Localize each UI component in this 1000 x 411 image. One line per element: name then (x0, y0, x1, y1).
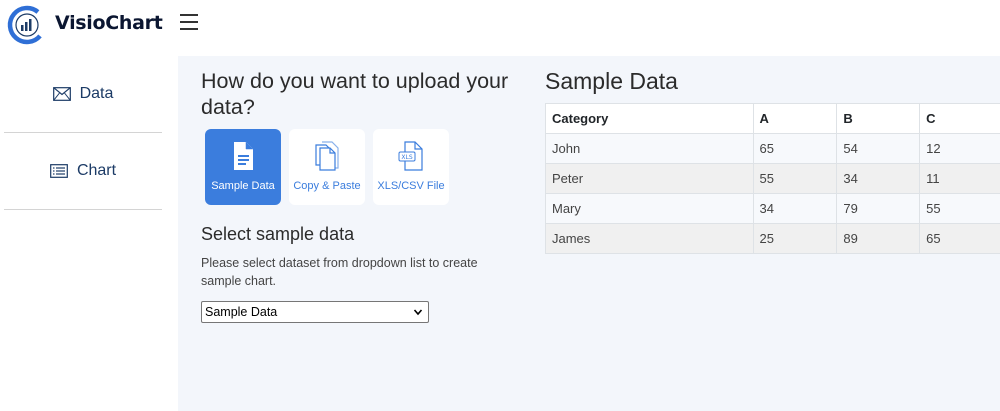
upload-question: How do you want to upload your data? (201, 69, 509, 119)
table-cell: 54 (836, 133, 921, 164)
table-cell: 55 (919, 193, 1000, 224)
sample-data-select[interactable]: Sample Data (201, 301, 429, 323)
sidebar-item-label: Chart (76, 162, 117, 179)
column-header: B (836, 103, 921, 134)
table-cell: John (545, 133, 754, 164)
table-row: John 65 54 12 (545, 133, 1000, 164)
table-cell: Peter (545, 163, 754, 194)
column-header: Category (545, 103, 754, 134)
upload-option-copy-paste[interactable]: Copy & Paste (289, 129, 365, 205)
menu-toggle-icon[interactable] (180, 14, 198, 30)
table-cell: 55 (752, 163, 838, 194)
select-sample-help: Please select dataset from dropdown list… (201, 256, 478, 288)
table-row: James 25 89 65 (545, 223, 1000, 254)
sidebar-item-label: Data (79, 85, 114, 102)
copy-icon (315, 141, 339, 171)
table-cell: 89 (836, 223, 921, 254)
list-icon (50, 164, 68, 178)
top-header: VisioChart (0, 0, 1000, 56)
envelope-icon (52, 87, 71, 101)
table-cell: 34 (836, 163, 921, 194)
chevron-down-icon (413, 309, 423, 316)
table-cell: 65 (919, 223, 1000, 254)
sample-data-title: Sample Data (545, 68, 678, 94)
table-cell: 12 (919, 133, 1000, 164)
table-header-row: Category A B C (545, 103, 1000, 134)
xls-file-icon: XLS (398, 141, 423, 171)
document-icon (234, 142, 253, 170)
table-row: Mary 34 79 55 (545, 193, 1000, 224)
table-cell: 79 (836, 193, 921, 224)
main-content: How do you want to upload your data? Sam… (178, 56, 1000, 411)
upload-option-sample-data[interactable]: Sample Data (205, 129, 281, 205)
upload-option-label: Copy & Paste (293, 180, 361, 192)
table-row: Peter 55 34 11 (545, 163, 1000, 194)
column-header: C (919, 103, 1000, 134)
select-value: Sample Data (205, 305, 278, 319)
table-cell: 11 (919, 163, 1000, 194)
upload-option-xls-csv-file[interactable]: XLS XLS/CSV File (373, 129, 449, 205)
sidebar-item-data[interactable]: Data (4, 56, 162, 133)
logo-icon (7, 5, 47, 45)
table-cell: 25 (752, 223, 838, 254)
table-cell: James (545, 223, 754, 254)
xls-badge-text: XLS (401, 154, 412, 161)
select-sample-title: Select sample data (201, 224, 355, 244)
sidebar-item-chart[interactable]: Chart (4, 133, 162, 210)
column-header: A (752, 103, 838, 134)
upload-option-label: XLS/CSV File (377, 180, 445, 192)
table-cell: 65 (752, 133, 838, 164)
brand-name: VisioChart (55, 12, 163, 34)
upload-option-label: Sample Data (211, 180, 275, 192)
table-cell: 34 (752, 193, 838, 224)
sample-data-table: Category A B C John 65 54 12 Peter 55 34… (545, 103, 1000, 254)
sidebar: Data Chart (0, 56, 178, 411)
table-cell: Mary (545, 193, 754, 224)
